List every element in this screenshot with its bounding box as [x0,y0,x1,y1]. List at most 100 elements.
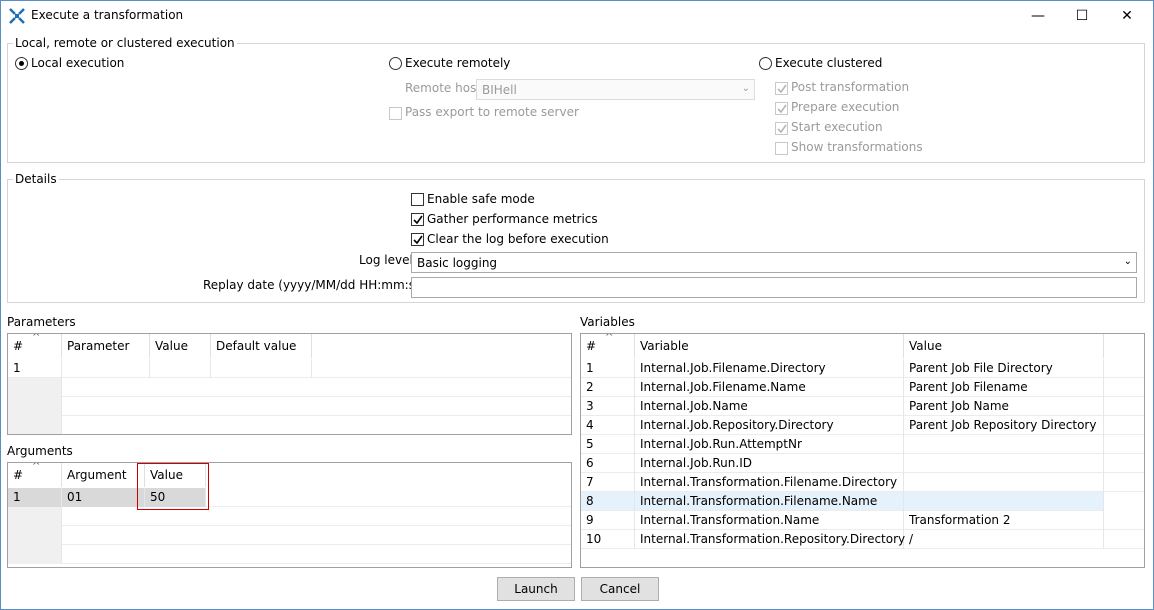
table-row[interactable]: 7 Internal.Transformation.Filename.Direc… [581,473,1144,492]
log-level-label: Log level [359,253,413,267]
variable-cell[interactable]: Internal.Transformation.Name [635,511,904,530]
row-number-cell [8,507,62,526]
argument-cell[interactable]: 01 [62,488,145,507]
safe-mode-checkbox[interactable] [411,193,424,206]
variable-cell[interactable]: Internal.Transformation.Repository.Direc… [635,530,905,549]
row-number-cell: 9 [581,511,635,530]
row-number-cell [8,378,62,397]
execute-clustered-radio[interactable] [759,57,772,70]
dialog-window: Execute a transformation — ☐ ✕ Local, re… [0,0,1154,610]
cancel-button[interactable]: Cancel [581,577,659,601]
variable-cell[interactable]: Internal.Job.Run.ID [635,454,904,473]
row-number-cell [8,526,62,545]
row-number-cell: 7 [581,473,635,492]
minimize-button[interactable]: — [1015,1,1061,31]
variable-cell[interactable]: Internal.Transformation.Filename.Name [635,492,904,511]
clear-log-checkbox[interactable] [411,233,424,246]
chevron-down-icon: ⌄ [1123,256,1132,267]
empty-row [8,526,571,545]
variable-cell[interactable]: Internal.Job.Name [635,397,904,416]
empty-row [8,378,571,397]
row-number-cell: 10 [581,530,635,549]
remote-host-select[interactable]: BIHell ⌄ [476,79,755,100]
value-highlight-box [137,463,209,510]
execute-remotely-label: Execute remotely [405,56,511,70]
show-transformations-checkbox[interactable] [775,142,788,155]
local-execution-radio[interactable] [15,57,28,70]
minimize-icon: — [1031,8,1045,24]
parameters-header-parameter[interactable]: Parameter [62,334,150,358]
execute-remotely-radio[interactable] [389,57,402,70]
value-cell[interactable] [904,435,1104,454]
sort-caret-icon: ^ [605,333,614,343]
empty-row [8,507,571,526]
value-cell[interactable] [150,359,211,378]
checkmark-icon [777,84,787,94]
table-row[interactable]: 3 Internal.Job.Name Parent Job Name [581,397,1144,416]
variables-header-variable[interactable]: Variable [635,334,904,358]
table-row[interactable]: 2 Internal.Job.Filename.Name Parent Job … [581,378,1144,397]
replay-date-input[interactable] [411,277,1137,298]
spoon-app-icon [9,8,25,24]
parameter-cell[interactable] [62,359,150,378]
parameters-header-value[interactable]: Value [150,334,211,358]
checkmark-icon [413,215,423,225]
start-execution-label: Start execution [791,120,883,134]
prepare-execution-label: Prepare execution [791,100,900,114]
table-row[interactable]: 4 Internal.Job.Repository.Directory Pare… [581,416,1144,435]
arguments-label: Arguments [7,444,73,458]
close-button[interactable]: ✕ [1104,1,1150,31]
empty-row [8,545,571,564]
table-row[interactable]: 5 Internal.Job.Run.AttemptNr [581,435,1144,454]
row-number-cell: 1 [581,359,635,378]
launch-button[interactable]: Launch [497,577,575,601]
parameters-header-default-value[interactable]: Default value [211,334,312,358]
maximize-icon: ☐ [1075,8,1089,24]
value-cell[interactable]: Transformation 2 [904,511,1104,530]
local-execution-label: Local execution [31,56,125,70]
variable-cell[interactable]: Internal.Transformation.Filename.Directo… [635,473,904,492]
arguments-table: # ^ Argument Value 1 01 50 [7,462,572,568]
post-transformation-checkbox[interactable] [775,82,788,95]
prepare-execution-checkbox[interactable] [775,102,788,115]
row-number-cell [8,545,62,564]
table-row[interactable]: 1 [8,359,571,378]
table-row[interactable]: 6 Internal.Job.Run.ID [581,454,1144,473]
table-row[interactable]: 1 Internal.Job.Filename.Directory Parent… [581,359,1144,378]
close-icon: ✕ [1121,8,1133,24]
pass-export-checkbox[interactable] [389,107,402,120]
maximize-button[interactable]: ☐ [1059,1,1105,31]
execution-group [7,43,1145,163]
value-cell[interactable] [904,473,1104,492]
variable-cell[interactable]: Internal.Job.Repository.Directory [635,416,904,435]
start-execution-checkbox[interactable] [775,122,788,135]
log-level-select[interactable]: Basic logging ⌄ [411,252,1137,273]
variables-label: Variables [580,315,635,329]
sort-caret-icon: ^ [32,333,41,343]
sort-caret-icon: ^ [32,462,41,472]
value-cell[interactable] [904,492,1104,511]
variable-cell[interactable]: Internal.Job.Filename.Name [635,378,904,397]
variable-cell[interactable]: Internal.Job.Run.AttemptNr [635,435,904,454]
value-cell[interactable]: Parent Job File Directory [904,359,1104,378]
variables-header-value[interactable]: Value [904,334,1104,358]
checkmark-icon [413,235,423,245]
table-row-selected[interactable]: 8 Internal.Transformation.Filename.Name [581,492,1104,511]
table-row[interactable]: 10 Internal.Transformation.Repository.Di… [581,530,1144,549]
value-cell[interactable] [904,454,1104,473]
execution-group-label: Local, remote or clustered execution [13,36,237,50]
value-cell[interactable]: / [904,530,1104,549]
value-cell[interactable]: Parent Job Repository Directory [904,416,1104,435]
table-row[interactable]: 1 01 50 [8,488,571,507]
gather-metrics-label: Gather performance metrics [427,212,598,226]
table-row[interactable]: 9 Internal.Transformation.Name Transform… [581,511,1144,530]
value-cell[interactable]: Parent Job Filename [904,378,1104,397]
empty-row [8,397,571,416]
parameters-table: # ^ Parameter Value Default value 1 [7,333,572,435]
variable-cell[interactable]: Internal.Job.Filename.Directory [635,359,904,378]
row-number-cell: 1 [8,488,62,507]
arguments-header-argument[interactable]: Argument [62,463,145,487]
default-value-cell[interactable] [211,359,312,378]
gather-metrics-checkbox[interactable] [411,213,424,226]
value-cell[interactable]: Parent Job Name [904,397,1104,416]
